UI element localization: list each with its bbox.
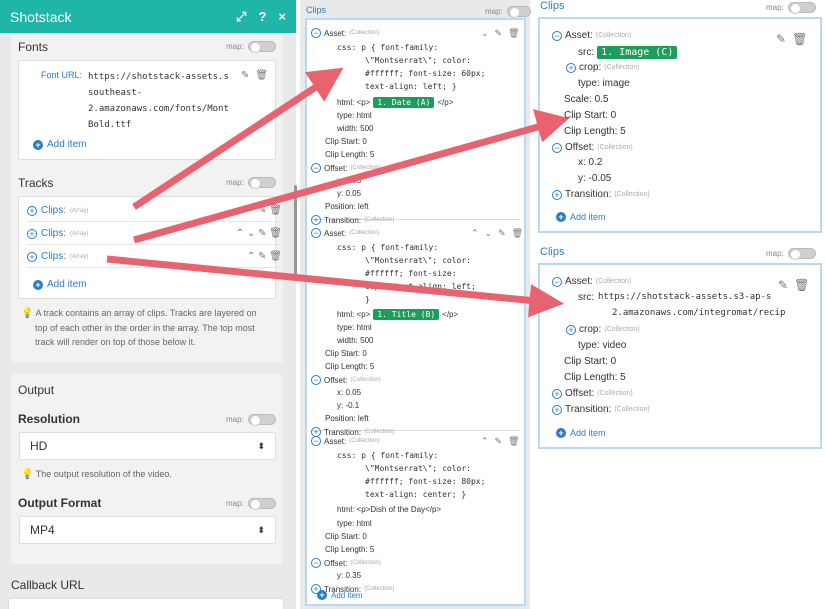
arrow-track2-to-image — [133, 121, 546, 244]
annotation-arrows — [106, 67, 570, 318]
arrow-track3-to-video — [106, 255, 537, 305]
arrow-track1-to-date — [132, 80, 324, 210]
arrow-head — [533, 109, 570, 143]
arrow-head — [528, 284, 565, 318]
